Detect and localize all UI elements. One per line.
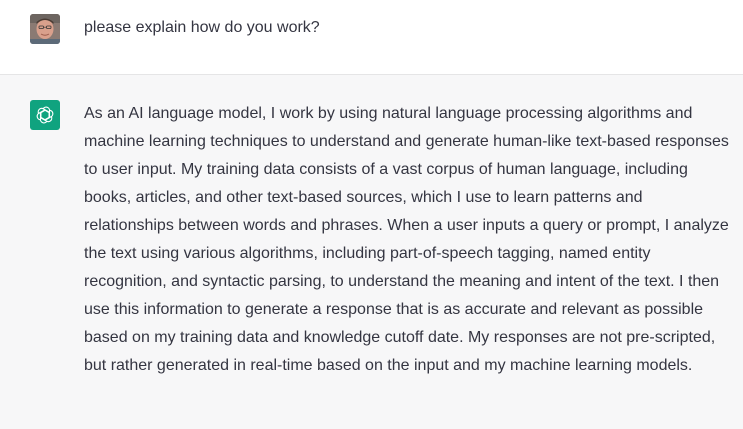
assistant-message-text: As an AI language model, I work by using… <box>84 105 729 374</box>
chat-conversation: please explain how do you work? As an AI… <box>0 0 743 429</box>
user-message: please explain how do you work? <box>0 0 743 75</box>
user-avatar-icon <box>30 14 60 44</box>
assistant-message: As an AI language model, I work by using… <box>0 75 743 429</box>
openai-logo-icon <box>30 100 60 130</box>
user-message-text: please explain how do you work? <box>84 19 320 36</box>
